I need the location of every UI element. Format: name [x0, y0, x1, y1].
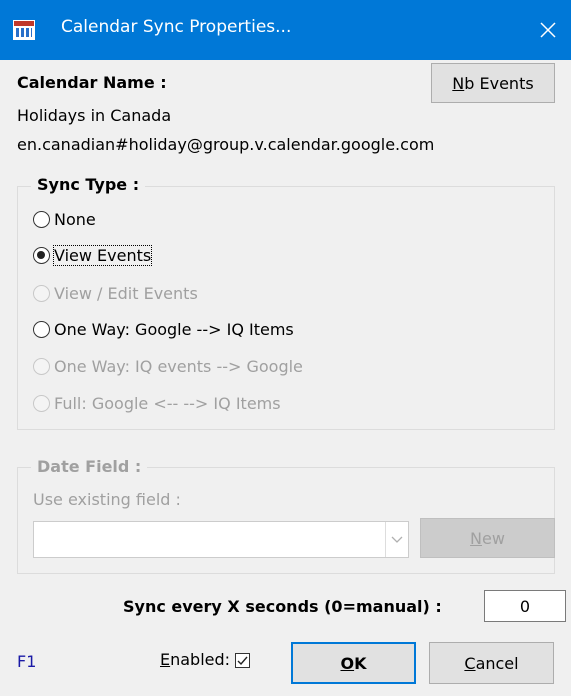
window-title: Calendar Sync Properties...	[61, 17, 292, 37]
cancel-label: ancel	[475, 653, 519, 673]
sync-type-option[interactable]: None	[33, 210, 96, 229]
sync-type-option-label: Full: Google <-- --> IQ Items	[54, 394, 281, 413]
enabled-label: nabled:	[170, 650, 231, 669]
radio-button[interactable]	[33, 395, 50, 412]
nb-events-button[interactable]: Nb Events	[431, 63, 555, 103]
sync-type-option[interactable]: View / Edit Events	[33, 284, 198, 303]
sync-interval-label: Sync every X seconds (0=manual) :	[123, 597, 442, 616]
sync-type-option-label: One Way: Google --> IQ Items	[54, 320, 294, 339]
ok-mnemonic: O	[340, 653, 355, 673]
ok-label: K	[354, 653, 367, 673]
ok-button[interactable]: OK	[291, 642, 416, 684]
cancel-button[interactable]: Cancel	[429, 642, 554, 684]
close-icon	[540, 22, 556, 38]
sync-type-option[interactable]: One Way: IQ events --> Google	[33, 357, 303, 376]
calendar-name-value: Holidays in Canada	[17, 106, 172, 125]
new-mnemonic: N	[470, 528, 483, 548]
close-button[interactable]	[525, 0, 571, 60]
sync-type-option[interactable]: One Way: Google --> IQ Items	[33, 320, 294, 339]
cancel-mnemonic: C	[464, 653, 476, 673]
sync-type-option-label: View Events	[52, 245, 153, 266]
radio-button[interactable]	[33, 211, 50, 228]
sync-type-option-label: View / Edit Events	[54, 284, 198, 303]
sync-type-option-label: One Way: IQ events --> Google	[54, 357, 303, 376]
calendar-name-label: Calendar Name :	[17, 73, 167, 92]
enabled-checkbox-row[interactable]: Enabled:	[160, 650, 251, 669]
calendar-icon	[13, 20, 35, 40]
use-existing-field-label: Use existing field :	[33, 490, 181, 509]
sync-interval-value: 0	[519, 596, 531, 616]
radio-button[interactable]	[33, 285, 50, 302]
calendar-id-value: en.canadian#holiday@group.v.calendar.goo…	[17, 135, 435, 154]
nb-events-mnemonic: N	[452, 73, 465, 93]
sync-type-legend: Sync Type :	[31, 175, 146, 194]
new-label: ew	[482, 528, 505, 548]
sync-type-option-label: None	[54, 210, 96, 229]
chevron-down-icon[interactable]	[385, 522, 408, 557]
sync-type-option[interactable]: View Events	[33, 245, 153, 266]
new-field-button[interactable]: New	[420, 518, 555, 558]
help-key[interactable]: F1	[17, 652, 36, 671]
date-field-legend: Date Field :	[31, 457, 148, 476]
enabled-mnemonic: E	[160, 650, 171, 669]
sync-interval-input[interactable]: 0	[484, 590, 566, 622]
checkmark-icon	[237, 656, 248, 666]
radio-button[interactable]	[33, 321, 50, 338]
radio-button[interactable]	[33, 358, 50, 375]
title-bar: Calendar Sync Properties...	[0, 0, 571, 60]
radio-button[interactable]	[33, 247, 50, 264]
nb-events-label: b Events	[464, 73, 534, 93]
sync-type-option[interactable]: Full: Google <-- --> IQ Items	[33, 394, 281, 413]
existing-field-combo[interactable]	[33, 521, 409, 558]
enabled-checkbox[interactable]	[235, 653, 251, 668]
